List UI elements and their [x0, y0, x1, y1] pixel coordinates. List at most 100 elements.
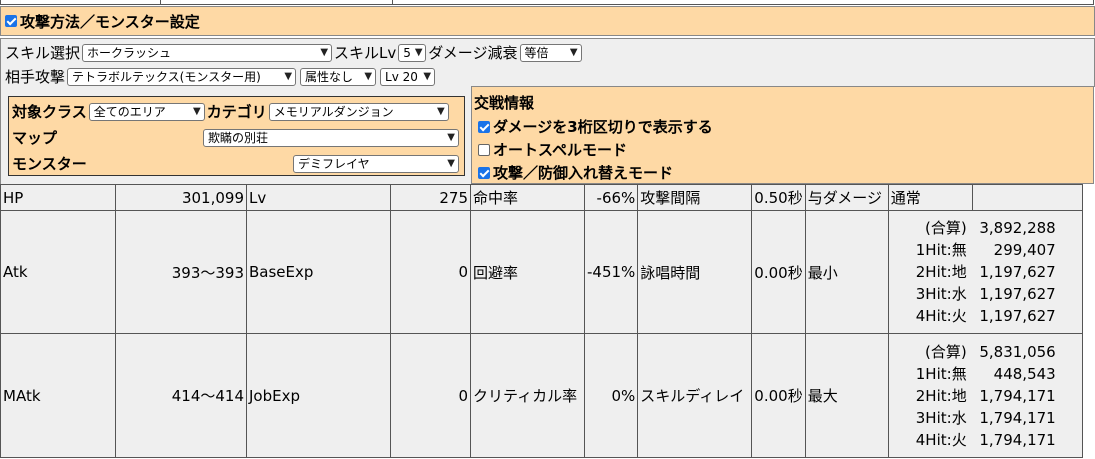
battle-info-title: 交戦情報: [474, 94, 535, 112]
map-row: マップ 欺瞞の別荘 ▼: [12, 127, 461, 148]
section-header: 攻撃方法／モンスター設定: [0, 6, 1095, 36]
table-row: MAtk 414～414 JobExp 0 クリティカル率 0% スキルディレイ…: [0, 333, 1083, 458]
section-title: 攻撃方法／モンスター設定: [20, 12, 200, 31]
list-item: 1Hit:無 448,543: [915, 364, 1056, 383]
map-value: 欺瞞の別荘: [208, 131, 269, 145]
list-item: (合算) 5,831,056: [924, 342, 1056, 361]
target-panel: 対象クラス 全てのエリア ▼ カテゴリ メモリアルダンジョン ▼ マップ 欺瞞の…: [8, 96, 465, 176]
skill-lv-select[interactable]: 5 ▼: [398, 43, 427, 62]
chevron-down-icon: ▼: [284, 71, 293, 82]
thousands-separator-label: ダメージを3桁区切りで表示する: [493, 118, 713, 136]
enemy-lv-value: Lv 20: [385, 69, 418, 84]
jobexp-label: JobExp: [246, 333, 391, 458]
list-item: 2Hit:地 1,197,627: [915, 263, 1056, 281]
category-select[interactable]: メモリアルダンジョン ▼: [268, 102, 449, 121]
skill-label: スキル選択: [5, 44, 81, 62]
skill-select-value: ホークラッシュ: [87, 46, 172, 60]
option-swap: 攻撃／防御入れ替えモード: [474, 162, 673, 183]
damage-decay-select[interactable]: 等倍 ▼: [519, 43, 582, 62]
stats-table: HP 301,099 Lv 275 命中率 -66% 攻撃間隔 0.50秒 与ダ…: [0, 184, 1083, 458]
chevron-down-icon: ▼: [569, 47, 578, 58]
list-item: (合算) 3,892,288: [924, 219, 1056, 237]
delay-value: 0.00秒: [751, 333, 806, 458]
map-label: マップ: [12, 129, 58, 147]
enemy-attack-select[interactable]: テトラボルテックス(モンスター用) ▼: [67, 67, 297, 86]
baseexp-value: 0: [390, 210, 471, 334]
swap-mode-checkbox[interactable]: [478, 166, 490, 179]
flee-value: -451%: [583, 210, 639, 334]
thousands-separator-checkbox[interactable]: [478, 120, 490, 133]
map-select[interactable]: 欺瞞の別荘 ▼: [203, 128, 459, 147]
damage-decay-value: 等倍: [524, 46, 549, 60]
atk-value: 393～393: [115, 210, 247, 334]
top-strip: [0, 0, 1095, 5]
class-label: 対象クラス: [12, 103, 87, 121]
damage-min-cell: (合算) 3,892,288 1Hit:無 299,407 2Hit:地 1,197,…: [887, 210, 1083, 334]
skill-row: スキル選択 ホークラッシュ ▼ スキルLv 5 ▼ ダメージ減衰 等倍 ▼: [5, 42, 584, 63]
matk-label: MAtk: [0, 333, 116, 458]
list-item: 2Hit:地 1,794,171: [915, 386, 1056, 405]
chevron-down-icon: ▼: [447, 132, 455, 143]
chevron-down-icon: ▼: [423, 71, 432, 82]
monster-select[interactable]: デミフレイヤ ▼: [293, 154, 459, 173]
crit-value: 0%: [583, 333, 639, 458]
class-value: 全てのエリア: [93, 105, 166, 119]
list-item: 3Hit:水 1,794,171: [915, 408, 1056, 427]
skill-lv-value: 5: [403, 45, 411, 60]
enemy-attack-row: 相手攻撃 テトラボルテックス(モンスター用) ▼ 属性なし ▼ Lv 20 ▼: [5, 66, 437, 87]
max-label: 最大: [804, 333, 889, 458]
damage-max-cell: (合算) 5,831,056 1Hit:無 448,543 2Hit:地 1,794,…: [887, 333, 1083, 458]
jobexp-value: 0: [390, 333, 471, 458]
table-row: Atk 393～393 BaseExp 0 回避率 -451% 詠唱時間 0.0…: [0, 210, 1083, 334]
hp-label: HP: [0, 184, 116, 211]
section-toggle-checkbox[interactable]: [5, 15, 17, 27]
class-row: 対象クラス 全てのエリア ▼ カテゴリ メモリアルダンジョン ▼: [12, 101, 451, 122]
flee-label: 回避率: [470, 210, 585, 334]
chevron-down-icon: ▼: [447, 158, 455, 169]
list-item: 4Hit:火 1,197,627: [915, 307, 1056, 325]
skill-lv-label: スキルLv: [334, 44, 397, 62]
autospell-checkbox[interactable]: [478, 143, 490, 156]
chevron-down-icon: ▼: [364, 71, 373, 82]
table-row: HP 301,099 Lv 275 命中率 -66% 攻撃間隔 0.50秒 与ダ…: [0, 184, 1083, 211]
delay-label: スキルディレイ: [637, 333, 753, 458]
option-thousands: ダメージを3桁区切りで表示する: [474, 116, 713, 137]
monster-label: モンスター: [12, 155, 87, 173]
dealt-label: 与ダメージ: [804, 184, 889, 211]
dealt-spacer: [971, 184, 1083, 211]
list-item: 4Hit:火 1,794,171: [915, 430, 1056, 449]
interval-label: 攻撃間隔: [637, 184, 753, 211]
cast-value: 0.00秒: [751, 210, 806, 334]
atk-label: Atk: [0, 210, 116, 334]
list-item: 1Hit:無 299,407: [915, 241, 1056, 259]
option-autospell: オートスペルモード: [474, 139, 627, 160]
baseexp-label: BaseExp: [246, 210, 391, 334]
chevron-down-icon: ▼: [320, 47, 329, 58]
enemy-lv-select[interactable]: Lv 20 ▼: [380, 67, 436, 86]
enemy-attack-value: テトラボルテックス(モンスター用): [72, 70, 261, 84]
hit-label: 命中率: [470, 184, 585, 211]
element-select[interactable]: 属性なし ▼: [300, 67, 377, 86]
interval-value: 0.50秒: [751, 184, 806, 211]
chevron-down-icon: ▼: [193, 106, 201, 117]
monster-row: モンスター デミフレイヤ ▼: [12, 153, 461, 174]
list-item: 3Hit:水 1,197,627: [915, 285, 1056, 303]
damage-decay-label: ダメージ減衰: [428, 44, 518, 62]
class-select[interactable]: 全てのエリア ▼: [88, 102, 205, 121]
cast-label: 詠唱時間: [637, 210, 753, 334]
enemy-attack-label: 相手攻撃: [5, 68, 66, 86]
hp-value: 301,099: [115, 184, 247, 211]
battle-info-panel: 交戦情報 ダメージを3桁区切りで表示する オートスペルモード 攻撃／防御入れ替え…: [471, 86, 1094, 184]
skill-select[interactable]: ホークラッシュ ▼: [82, 43, 333, 62]
element-value: 属性なし: [305, 70, 354, 84]
chevron-down-icon: ▼: [414, 47, 423, 58]
monster-value: デミフレイヤ: [298, 157, 370, 171]
category-label: カテゴリ: [206, 103, 267, 121]
chevron-down-icon: ▼: [437, 106, 445, 117]
lv-label: Lv: [246, 184, 391, 211]
matk-value: 414～414: [115, 333, 247, 458]
skill-settings: スキル選択 ホークラッシュ ▼ スキルLv 5 ▼ ダメージ減衰 等倍 ▼ 相手…: [0, 38, 1095, 87]
hit-value: -66%: [584, 184, 639, 211]
autospell-label: オートスペルモード: [493, 141, 627, 159]
lv-value: 275: [390, 184, 471, 211]
